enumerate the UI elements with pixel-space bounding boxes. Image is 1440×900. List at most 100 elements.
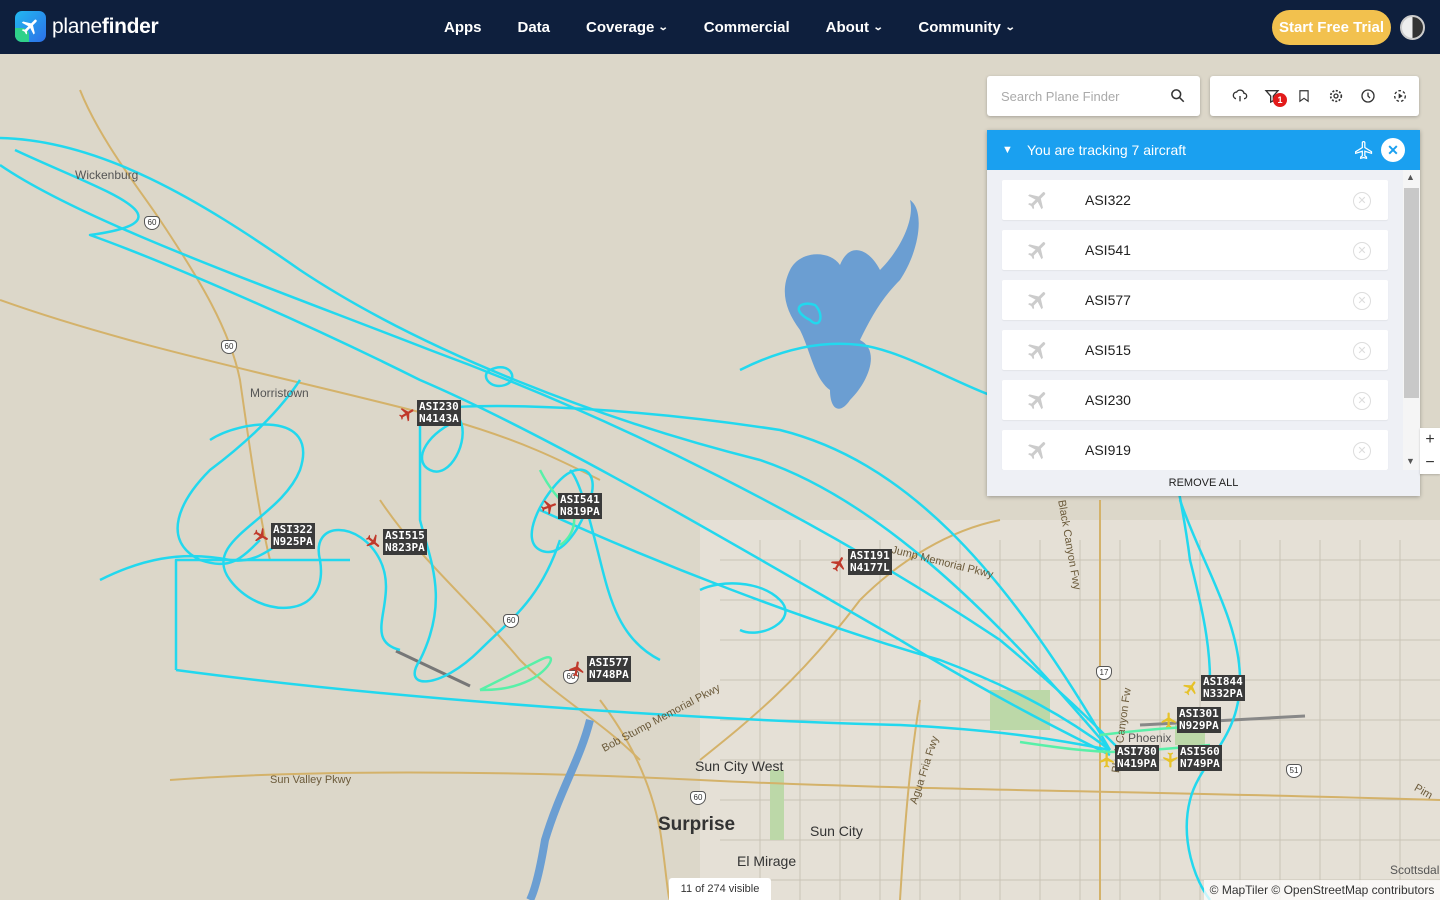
remove-icon[interactable]: ✕ bbox=[1353, 392, 1371, 410]
bookmark-icon bbox=[1299, 90, 1309, 103]
history-button[interactable] bbox=[1352, 76, 1384, 116]
tracking-list: ASI322 ✕ ASI541 ✕ ASI577 ✕ ASI515 ✕ ASI2… bbox=[987, 170, 1420, 470]
top-navigation: planefinder Apps Data Coverage ⌄ Commerci… bbox=[0, 0, 1440, 54]
remove-all-button[interactable]: REMOVE ALL bbox=[987, 470, 1420, 496]
tracking-callsign: ASI515 bbox=[1085, 342, 1131, 358]
aircraft-icon[interactable] bbox=[364, 533, 382, 551]
scrollbar-thumb[interactable] bbox=[1404, 188, 1419, 398]
aircraft-icon[interactable] bbox=[398, 405, 416, 423]
place-el-mirage: El Mirage bbox=[737, 853, 797, 869]
remove-icon[interactable]: ✕ bbox=[1353, 192, 1371, 210]
settings-button[interactable] bbox=[1320, 76, 1352, 116]
chevron-down-icon: ⌄ bbox=[1004, 21, 1016, 33]
settings-icon bbox=[1329, 89, 1343, 103]
aircraft-icon[interactable] bbox=[252, 527, 270, 545]
tracking-callsign: ASI230 bbox=[1085, 392, 1131, 408]
nav-apps[interactable]: Apps bbox=[444, 19, 482, 36]
search-icon[interactable] bbox=[1170, 88, 1185, 103]
aircraft-icon[interactable] bbox=[1182, 679, 1200, 697]
scroll-down-icon[interactable]: ▼ bbox=[1406, 456, 1415, 466]
aircraft-label[interactable]: ASI515 N823PA bbox=[383, 529, 427, 555]
visible-count: 11 of 274 visible bbox=[669, 878, 771, 900]
logo-plane-icon bbox=[15, 11, 46, 42]
plane-icon bbox=[1028, 342, 1046, 360]
aircraft-icon[interactable] bbox=[830, 555, 848, 573]
plane-icon bbox=[1028, 192, 1046, 210]
search-input[interactable] bbox=[1001, 88, 1161, 104]
chevron-down-icon: ⌄ bbox=[658, 21, 670, 33]
main-nav: Apps Data Coverage ⌄ Commercial About ⌄ Co… bbox=[444, 0, 1050, 54]
aircraft-label[interactable]: ASI560 N749PA bbox=[1178, 745, 1222, 771]
place-wickenburg: Wickenburg bbox=[75, 168, 139, 182]
aircraft-label[interactable]: ASI301 N929PA bbox=[1177, 707, 1221, 733]
weather-button[interactable] bbox=[1224, 76, 1256, 116]
tracking-item[interactable]: ASI322 ✕ bbox=[1002, 180, 1388, 220]
aircraft-icon[interactable] bbox=[568, 660, 586, 678]
planefinder-logo[interactable]: planefinder bbox=[15, 11, 159, 42]
chevron-down-icon: ⌄ bbox=[872, 21, 884, 33]
close-icon[interactable]: ✕ bbox=[1381, 138, 1405, 162]
tracking-callsign: ASI577 bbox=[1085, 292, 1131, 308]
playback-icon bbox=[1394, 90, 1406, 102]
aircraft-label[interactable]: ASI322 N925PA bbox=[271, 523, 315, 549]
tracking-title: You are tracking 7 aircraft bbox=[1027, 142, 1187, 158]
logo-wordmark: planefinder bbox=[52, 14, 159, 38]
aircraft-icon[interactable] bbox=[1098, 751, 1116, 769]
tracking-item[interactable]: ASI577 ✕ bbox=[1002, 280, 1388, 320]
aircraft-label[interactable]: ASI577 N748PA bbox=[587, 656, 631, 682]
remove-icon[interactable]: ✕ bbox=[1353, 242, 1371, 260]
weather-icon bbox=[1232, 89, 1248, 102]
aircraft-label[interactable]: ASI541 N819PA bbox=[558, 493, 602, 519]
tracking-header[interactable]: ▼ You are tracking 7 aircraft ✕ bbox=[987, 130, 1420, 170]
zoom-out-button[interactable]: − bbox=[1420, 451, 1440, 474]
aircraft-label[interactable]: ASI191 N4177L bbox=[848, 549, 892, 575]
aircraft-icon[interactable] bbox=[1160, 711, 1178, 729]
place-sun-city: Sun City bbox=[810, 823, 863, 839]
bookmark-button[interactable] bbox=[1288, 76, 1320, 116]
tracking-item[interactable]: ASI919 ✕ bbox=[1002, 430, 1388, 470]
aircraft-label[interactable]: ASI230 N4143A bbox=[417, 400, 461, 426]
history-icon bbox=[1361, 89, 1375, 103]
place-surprise: Surprise bbox=[658, 814, 736, 835]
zoom-control: + − bbox=[1420, 428, 1440, 474]
zoom-in-button[interactable]: + bbox=[1420, 428, 1440, 451]
plane-icon[interactable] bbox=[1354, 140, 1374, 160]
tracking-item[interactable]: ASI230 ✕ bbox=[1002, 380, 1388, 420]
place-phoenix: Phoenix bbox=[1128, 731, 1172, 745]
tracking-callsign: ASI322 bbox=[1085, 192, 1131, 208]
place-morristown: Morristown bbox=[250, 386, 309, 400]
plane-icon bbox=[1028, 392, 1046, 410]
plane-icon bbox=[1028, 292, 1046, 310]
search-box[interactable] bbox=[987, 76, 1200, 116]
place-sun-city-west: Sun City West bbox=[695, 758, 784, 774]
aircraft-label[interactable]: ASI780 N419PA bbox=[1115, 745, 1159, 771]
road-sun-valley-pkwy: Sun Valley Pkwy bbox=[270, 774, 352, 786]
map-toolbar: 1 bbox=[1210, 76, 1419, 116]
nav-about[interactable]: About ⌄ bbox=[826, 19, 884, 36]
chevron-down-icon[interactable]: ▼ bbox=[1002, 144, 1016, 156]
playback-button[interactable] bbox=[1384, 76, 1416, 116]
tracking-item[interactable]: ASI515 ✕ bbox=[1002, 330, 1388, 370]
nav-coverage[interactable]: Coverage ⌄ bbox=[586, 19, 670, 36]
nav-data[interactable]: Data bbox=[518, 19, 551, 36]
tracking-callsign: ASI919 bbox=[1085, 442, 1131, 458]
place-scottsdale: Scottsdal bbox=[1390, 863, 1440, 877]
aircraft-label[interactable]: ASI844 N332PA bbox=[1201, 675, 1245, 701]
avatar[interactable] bbox=[1400, 15, 1425, 40]
plane-icon bbox=[1028, 442, 1046, 460]
nav-commercial[interactable]: Commercial bbox=[704, 19, 790, 36]
start-free-trial-button[interactable]: Start Free Trial bbox=[1272, 10, 1391, 45]
filter-button[interactable]: 1 bbox=[1256, 76, 1288, 116]
remove-icon[interactable]: ✕ bbox=[1353, 342, 1371, 360]
scroll-up-icon[interactable]: ▲ bbox=[1406, 172, 1415, 182]
remove-icon[interactable]: ✕ bbox=[1353, 292, 1371, 310]
nav-community[interactable]: Community ⌄ bbox=[918, 19, 1016, 36]
tracking-callsign: ASI541 bbox=[1085, 242, 1131, 258]
aircraft-icon[interactable] bbox=[540, 498, 558, 516]
map-attribution[interactable]: © MapTiler © OpenStreetMap contributors bbox=[1204, 880, 1440, 900]
remove-icon[interactable]: ✕ bbox=[1353, 442, 1371, 460]
tracking-scrollbar[interactable]: ▲ ▼ bbox=[1403, 170, 1420, 470]
tracking-item[interactable]: ASI541 ✕ bbox=[1002, 230, 1388, 270]
aircraft-icon[interactable] bbox=[1161, 751, 1179, 769]
tracking-panel: ▼ You are tracking 7 aircraft ✕ ASI322 ✕… bbox=[987, 130, 1420, 496]
